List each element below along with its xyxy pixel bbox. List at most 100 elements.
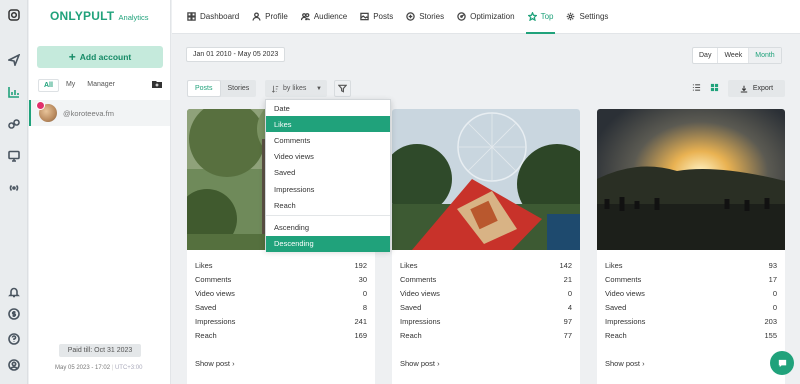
type-posts-button[interactable]: Posts [187, 80, 221, 97]
stat-label: Likes [195, 261, 213, 270]
nav-posts[interactable]: Posts [360, 0, 393, 34]
stat-row: Likes 142 [400, 259, 572, 273]
stat-value: 142 [559, 261, 572, 270]
sort-option-reach[interactable]: Reach [266, 197, 390, 213]
download-icon [740, 85, 748, 93]
sort-option-saved[interactable]: Saved [266, 165, 390, 181]
stat-value: 17 [768, 275, 777, 284]
analytics-icon[interactable] [6, 84, 22, 100]
stat-label: Impressions [400, 317, 441, 326]
stat-label: Likes [605, 261, 623, 270]
period-month-button[interactable]: Month [749, 48, 781, 63]
stat-row: Comments 21 [400, 273, 572, 287]
add-account-button[interactable]: + Add account [37, 46, 163, 68]
bell-icon[interactable] [6, 284, 22, 300]
stat-row: Reach 155 [605, 329, 777, 343]
filter-button[interactable] [334, 80, 351, 97]
show-post-link[interactable]: Show post › [400, 359, 440, 368]
stat-label: Saved [605, 303, 627, 312]
post-stats: Likes 142 Comments 21 Video views 0 Saved 4 … [400, 259, 572, 343]
stat-value: 192 [354, 261, 367, 270]
help-icon[interactable] [6, 331, 22, 347]
nav-profile-label: Profile [265, 12, 288, 21]
post-image[interactable] [597, 109, 785, 250]
stat-row: Saved 8 [195, 301, 367, 315]
nav-dashboard[interactable]: Dashboard [187, 0, 239, 34]
account-list-item[interactable]: @koroteeva.fm [29, 100, 170, 126]
post-image[interactable] [392, 109, 580, 250]
sort-select-label: by likes [283, 85, 307, 92]
nav-posts-label: Posts [373, 12, 394, 21]
stat-row: Impressions 97 [400, 315, 572, 329]
period-day-button[interactable]: Day [693, 48, 719, 63]
stat-value: 0 [772, 289, 777, 298]
stat-row: Likes 192 [195, 259, 367, 273]
sort-option-likes[interactable]: Likes [266, 116, 390, 133]
billing-icon[interactable] [6, 306, 22, 322]
nav-optimization[interactable]: Optimization [457, 0, 515, 34]
stat-value: 155 [764, 331, 777, 340]
stat-row: Video views 0 [400, 287, 572, 301]
stat-label: Video views [400, 289, 440, 298]
filter-tab-my[interactable]: My [61, 79, 80, 92]
export-label: Export [752, 85, 774, 92]
monitor-icon[interactable] [6, 148, 22, 164]
show-post-label: Show post [605, 359, 641, 368]
stat-row: Comments 30 [195, 273, 367, 287]
order-option-ascending[interactable]: Ascending [266, 219, 390, 235]
show-post-link[interactable]: Show post › [605, 359, 645, 368]
show-post-link[interactable]: Show post › [195, 359, 235, 368]
stat-label: Comments [195, 275, 232, 284]
profile-icon[interactable] [6, 357, 22, 373]
gear-icon [567, 12, 575, 21]
stat-value: 8 [362, 303, 367, 312]
order-option-descending[interactable]: Descending [266, 235, 390, 252]
export-button[interactable]: Export [728, 80, 785, 97]
broadcast-icon[interactable] [6, 180, 22, 196]
grid-view-icon[interactable] [707, 80, 721, 94]
nav-stories-label: Stories [419, 12, 445, 21]
chat-widget-button[interactable] [770, 351, 794, 375]
send-icon[interactable] [6, 52, 22, 68]
nav-audience[interactable]: Audience [300, 0, 347, 34]
sort-option-impressions[interactable]: Impressions [266, 181, 390, 197]
stat-value: 241 [354, 317, 367, 326]
stat-value: 30 [358, 275, 367, 284]
type-stories-button[interactable]: Stories [221, 80, 257, 97]
post-stats: Likes 192 Comments 30 Video views 0 Saved 8 … [195, 259, 367, 343]
nav-dashboard-label: Dashboard [200, 12, 240, 21]
account-filter-tabs: All My Manager [38, 79, 120, 92]
stat-value: 169 [354, 331, 367, 340]
nav-profile[interactable]: Profile [252, 0, 288, 34]
sort-option-date[interactable]: Date [266, 100, 390, 116]
stat-row: Impressions 203 [605, 315, 777, 329]
stat-value: 21 [563, 275, 572, 284]
footer-timezone: UTC+3:00 [114, 365, 143, 371]
add-account-label: Add account [79, 52, 132, 62]
nav-top[interactable]: Top [525, 0, 556, 34]
add-folder-icon[interactable] [152, 80, 162, 88]
view-toggle [689, 80, 721, 94]
nav-settings[interactable]: Settings [566, 0, 608, 34]
instagram-icon[interactable] [6, 7, 22, 23]
sort-option-video-views[interactable]: Video views [266, 149, 390, 165]
filter-tab-all[interactable]: All [38, 79, 59, 92]
stat-label: Reach [195, 331, 217, 340]
show-post-label: Show post [400, 359, 436, 368]
period-week-button[interactable]: Week [718, 48, 750, 63]
stat-label: Video views [195, 289, 235, 298]
posts-icon [360, 12, 369, 21]
stat-label: Saved [400, 303, 422, 312]
period-toggle: Day Week Month [692, 47, 782, 64]
chevron-right-icon: › [437, 359, 440, 368]
link-icon[interactable] [6, 116, 22, 132]
stat-label: Reach [605, 331, 627, 340]
nav-stories[interactable]: Stories [406, 0, 444, 34]
content-type-toggle: Posts Stories [187, 80, 257, 97]
date-range-picker[interactable]: Jan 01 2010 - May 05 2023 [186, 47, 286, 62]
stat-label: Comments [400, 275, 437, 284]
sort-select[interactable]: by likes ▼ [265, 80, 327, 97]
sort-option-comments[interactable]: Comments [266, 132, 390, 148]
filter-tab-manager[interactable]: Manager [82, 79, 120, 92]
list-view-icon[interactable] [689, 80, 703, 94]
